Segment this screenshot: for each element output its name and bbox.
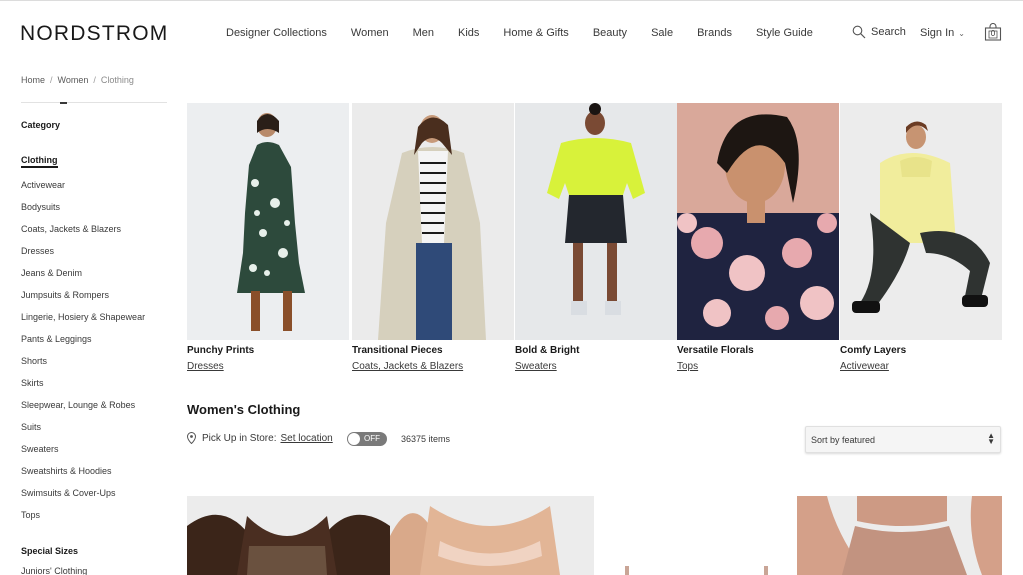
chevron-down-icon: ⌄ (958, 28, 965, 38)
search-button[interactable]: Search (852, 25, 906, 39)
nav-men[interactable]: Men (413, 27, 434, 39)
tile-title: Comfy Layers (840, 345, 907, 356)
breadcrumb-separator: / (50, 75, 53, 85)
tile-link-coats[interactable]: Coats, Jackets & Blazers (352, 361, 463, 372)
tile-bold-bright[interactable]: Bold & Bright Sweaters (515, 103, 677, 374)
tile-image[interactable] (187, 103, 349, 340)
tile-link-tops[interactable]: Tops (677, 361, 698, 372)
nav-style-guide[interactable]: Style Guide (756, 27, 813, 39)
set-location-link[interactable]: Set location (280, 433, 332, 444)
page-title: Women's Clothing (187, 402, 301, 417)
product-image[interactable] (797, 496, 1002, 575)
sidebar-item-shorts[interactable]: Shorts (21, 356, 145, 378)
tile-transitional-pieces[interactable]: Transitional Pieces Coats, Jackets & Bla… (352, 103, 514, 374)
sidebar-item-jumpsuits-rompers[interactable]: Jumpsuits & Rompers (21, 290, 145, 312)
nordstrom-logo[interactable]: NORDSTROM (20, 22, 168, 46)
tile-link-dresses[interactable]: Dresses (187, 361, 224, 372)
tile-link-sweaters[interactable]: Sweaters (515, 361, 557, 372)
toggle-knob (348, 433, 360, 445)
sidebar-item-juniors[interactable]: Juniors' Clothing (21, 566, 87, 575)
product-card[interactable] (797, 496, 1002, 575)
product-card[interactable] (390, 496, 594, 575)
shopping-bag-button[interactable]: 0 (984, 23, 1002, 41)
breadcrumb-women[interactable]: Women (58, 75, 89, 85)
product-image[interactable] (594, 496, 797, 575)
breadcrumb-separator: / (93, 75, 96, 85)
tile-comfy-layers[interactable]: Comfy Layers Activewear (840, 103, 1002, 374)
sidebar-item-bodysuits[interactable]: Bodysuits (21, 202, 145, 224)
sign-in-menu[interactable]: Sign In ⌄ (920, 27, 965, 39)
toggle-state: OFF (364, 434, 380, 443)
featured-tiles: Punchy Prints Dresses Transitional Piece… (187, 103, 1002, 375)
sidebar-item-tops[interactable]: Tops (21, 510, 145, 532)
sidebar-item-swimsuits[interactable]: Swimsuits & Cover-Ups (21, 488, 145, 510)
sidebar-item-dresses[interactable]: Dresses (21, 246, 145, 268)
nav-designer-collections[interactable]: Designer Collections (226, 27, 327, 39)
sort-select[interactable]: Sort by featured ▲ ▼ (805, 426, 1001, 453)
category-sidebar: Category Clothing Activewear Bodysuits C… (21, 102, 167, 575)
pickup-in-store: Pick Up in Store: Set location (187, 432, 333, 444)
nav-home-gifts[interactable]: Home & Gifts (503, 27, 568, 39)
tile-image[interactable] (677, 103, 839, 340)
tile-title: Versatile Florals (677, 345, 754, 356)
sidebar-item-activewear[interactable]: Activewear (21, 180, 145, 202)
sidebar-item-sleepwear[interactable]: Sleepwear, Lounge & Robes (21, 400, 145, 422)
tile-punchy-prints[interactable]: Punchy Prints Dresses (187, 103, 349, 374)
nav-kids[interactable]: Kids (458, 27, 479, 39)
nav-sale[interactable]: Sale (651, 27, 673, 39)
sidebar-item-coats-jackets-blazers[interactable]: Coats, Jackets & Blazers (21, 224, 145, 246)
item-count: 36375 items (401, 434, 451, 444)
bag-count: 0 (990, 29, 996, 38)
nav-brands[interactable]: Brands (697, 27, 732, 39)
sidebar-divider-mark (60, 102, 67, 104)
sort-value: Sort by featured (811, 435, 876, 445)
sidebar-item-jeans-denim[interactable]: Jeans & Denim (21, 268, 145, 290)
sidebar-item-clothing[interactable]: Clothing (21, 155, 58, 168)
tile-title: Bold & Bright (515, 345, 580, 356)
pickup-toggle[interactable]: OFF (347, 432, 387, 446)
sign-in-label: Sign In (920, 27, 955, 39)
product-image[interactable] (187, 496, 390, 575)
tile-image[interactable] (352, 103, 514, 340)
product-card[interactable] (187, 496, 390, 575)
search-icon (852, 25, 866, 39)
tile-title: Transitional Pieces (352, 345, 443, 356)
site-header: NORDSTROM Designer Collections Women Men… (0, 1, 1023, 64)
main-nav: Designer Collections Women Men Kids Home… (226, 27, 837, 39)
tile-image[interactable] (515, 103, 677, 340)
tile-title: Punchy Prints (187, 345, 255, 356)
sidebar-item-pants-leggings[interactable]: Pants & Leggings (21, 334, 145, 356)
pickup-label: Pick Up in Store: (202, 432, 277, 444)
special-sizes-heading: Special Sizes (21, 546, 79, 556)
category-list: Activewear Bodysuits Coats, Jackets & Bl… (21, 180, 145, 532)
search-label: Search (871, 26, 906, 38)
tile-versatile-florals[interactable]: Versatile Florals Tops (677, 103, 839, 374)
sidebar-item-lingerie[interactable]: Lingerie, Hosiery & Shapewear (21, 312, 145, 334)
product-card[interactable] (594, 496, 797, 575)
sidebar-divider (21, 102, 167, 103)
nav-women[interactable]: Women (351, 27, 389, 39)
sidebar-item-sweatshirts-hoodies[interactable]: Sweatshirts & Hoodies (21, 466, 145, 488)
tile-link-activewear[interactable]: Activewear (840, 361, 889, 372)
sidebar-item-suits[interactable]: Suits (21, 422, 145, 444)
category-heading: Category (21, 120, 61, 130)
location-pin-icon (187, 432, 196, 444)
sidebar-item-skirts[interactable]: Skirts (21, 378, 145, 400)
sidebar-item-sweaters[interactable]: Sweaters (21, 444, 145, 466)
tile-image[interactable] (840, 103, 1002, 340)
breadcrumb-home[interactable]: Home (21, 75, 45, 85)
breadcrumb: Home / Women / Clothing (21, 75, 134, 85)
breadcrumb-current: Clothing (100, 75, 134, 85)
select-arrows-icon: ▲ ▼ (987, 431, 995, 446)
nav-beauty[interactable]: Beauty (593, 27, 627, 39)
product-image[interactable] (390, 496, 594, 575)
